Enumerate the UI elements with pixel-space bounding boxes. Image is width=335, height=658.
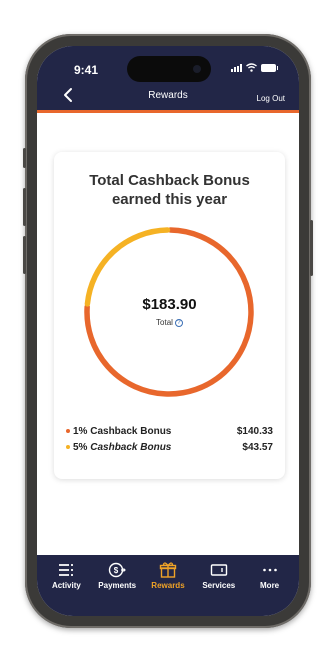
camera-icon	[193, 65, 201, 73]
tab-services[interactable]: Services	[194, 561, 244, 616]
side-button-volume-up	[23, 188, 26, 226]
card-title-line1: Total Cashback Bonus	[89, 172, 250, 189]
gift-icon	[159, 562, 177, 578]
main-content: Total Cashback Bonus earned this year $1…	[37, 113, 299, 555]
total-amount: $183.90	[142, 296, 197, 313]
donut-segment-5pct	[84, 227, 171, 307]
phone-screen: 9:41 Rewards Log Out Total Cashback Bonu…	[37, 46, 299, 616]
legend-dot-yellow	[66, 445, 70, 449]
card-title: Total Cashback Bonus earned this year	[54, 171, 285, 209]
legend-row-1pct: 1% Cashback Bonus $140.33	[66, 423, 273, 439]
legend-dot-orange	[66, 429, 70, 433]
legend-value: $140.33	[236, 425, 273, 437]
tab-label: More	[260, 581, 280, 590]
legend: 1% Cashback Bonus $140.33 5% Cashback Bo…	[66, 423, 273, 455]
svg-text:$: $	[114, 566, 119, 575]
status-time: 9:41	[74, 63, 99, 77]
tab-label: Services	[202, 581, 236, 590]
card-icon	[210, 564, 227, 576]
tab-payments[interactable]: $ Payments	[92, 561, 142, 616]
header-area: 9:41 Rewards Log Out	[37, 46, 299, 110]
nav-bar: Rewards Log Out	[37, 82, 299, 110]
tab-label: Rewards	[151, 581, 185, 590]
tab-more[interactable]: More	[245, 561, 295, 616]
tab-label: Activity	[51, 581, 81, 590]
total-label: Total	[156, 318, 173, 327]
payments-icon: $	[108, 562, 127, 578]
side-button-volume-down	[23, 236, 26, 274]
tab-rewards[interactable]: Rewards	[143, 561, 193, 616]
side-button-power	[310, 220, 313, 276]
legend-row-5pct: 5% Cashback Bonus $43.57	[66, 439, 273, 455]
cashback-card: Total Cashback Bonus earned this year $1…	[54, 152, 285, 479]
info-icon[interactable]: ?	[174, 318, 183, 327]
tab-bar: Activity $ Payments Rewards Services Mor…	[37, 555, 299, 616]
tab-activity[interactable]: Activity	[41, 561, 91, 616]
legend-value: $43.57	[242, 441, 273, 453]
legend-label: 1% Cashback Bonus	[73, 425, 172, 437]
activity-icon	[59, 564, 74, 576]
legend-label: 5% Cashback Bonus	[73, 441, 172, 453]
battery-icon	[261, 63, 278, 72]
signal-icon	[231, 63, 242, 72]
total-label-row: Total?	[54, 318, 285, 327]
dynamic-island	[127, 56, 211, 82]
logout-button[interactable]: Log Out	[257, 94, 285, 103]
more-dots-icon	[262, 568, 277, 572]
status-icons	[231, 63, 278, 72]
side-button-mute	[23, 148, 26, 168]
wifi-icon	[246, 63, 257, 72]
card-title-line2: earned this year	[111, 191, 228, 208]
tab-label: Payments	[98, 581, 137, 590]
